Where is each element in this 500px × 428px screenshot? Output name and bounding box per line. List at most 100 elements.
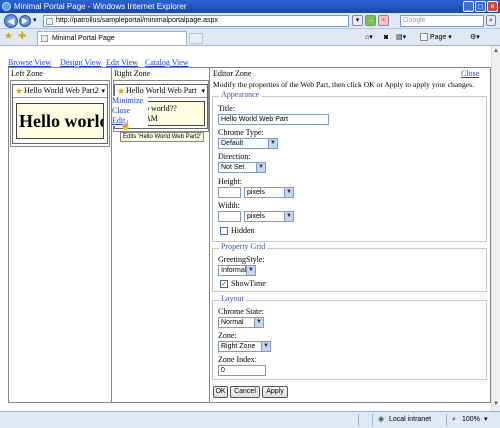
status-divider xyxy=(446,414,447,426)
zone-select[interactable]: Right Zone ▼ xyxy=(218,341,271,352)
chevron-down-icon: ▼ xyxy=(268,139,277,148)
chevron-down-icon: ▼ xyxy=(284,212,293,221)
height-label: Height: xyxy=(218,177,242,186)
hidden-label: Hidden xyxy=(231,226,255,235)
status-divider xyxy=(372,414,373,426)
intranet-icon: ◉ xyxy=(378,416,385,423)
editor-zone-header: Editor Zone xyxy=(213,69,252,78)
greeting-style-select[interactable]: Informal ▼ xyxy=(218,265,256,276)
feeds-icon[interactable]: ◙ xyxy=(384,32,388,43)
close-window-button[interactable]: × xyxy=(487,1,498,12)
search-magnifier-icon[interactable]: ⌕ xyxy=(486,15,496,26)
ok-button[interactable]: OK xyxy=(213,386,228,398)
hello-world-text: Hello world! xyxy=(16,103,104,139)
direction-select[interactable]: Not Set ▼ xyxy=(218,162,266,173)
width-label: Width: xyxy=(218,201,240,210)
browse-view-link[interactable]: Browse View xyxy=(8,58,51,67)
direction-label: Direction: xyxy=(218,152,251,161)
scroll-up-icon[interactable]: ▲ xyxy=(492,47,500,55)
verbs-dropdown-icon[interactable]: ▾ xyxy=(201,85,205,97)
favorites-star-icon[interactable]: ★ xyxy=(4,31,13,42)
chrome-state-label: Chrome State: xyxy=(218,307,264,316)
zoom-dropdown-icon[interactable]: ▾ xyxy=(484,415,488,425)
web-part-title: Hello World Web Part xyxy=(126,86,197,95)
web-part-star-icon: ★ xyxy=(117,86,126,96)
tab-label: Minimal Portal Page xyxy=(52,35,115,42)
web-part-title-bar[interactable]: ★ Hello World Web Part2 ▾ xyxy=(13,85,107,98)
tab-minimal-portal-page[interactable]: Minimal Portal Page xyxy=(37,31,187,45)
chevron-down-icon: ▼ xyxy=(256,163,265,172)
cancel-button[interactable]: Cancel xyxy=(230,386,260,398)
width-input[interactable] xyxy=(218,211,241,222)
vertical-scrollbar[interactable]: ▲ ▼ xyxy=(491,46,500,411)
tab-toolbar: ★ ✚ Minimal Portal Page ⌂▾ ◙ ▤▾ Page ▾ ⚙… xyxy=(0,29,500,46)
window-title: Minimal Portal Page - Windows Internet E… xyxy=(14,2,187,11)
new-tab-button[interactable] xyxy=(189,33,203,44)
apply-button[interactable]: Apply xyxy=(262,386,288,398)
edit-tooltip: Edits 'Hello World Web Part2' xyxy=(120,132,205,142)
scroll-down-icon[interactable]: ▼ xyxy=(492,400,500,408)
status-divider xyxy=(358,414,359,426)
greeting-style-label: GreetingStyle: xyxy=(218,255,265,264)
mouse-cursor-icon: ☝ xyxy=(120,120,132,130)
minimize-window-button[interactable]: _ xyxy=(463,1,474,12)
forward-icon[interactable]: ▶ xyxy=(19,15,31,27)
ie-icon xyxy=(2,2,11,11)
editor-close-link[interactable]: Close xyxy=(461,69,479,78)
security-zone: Local intranet xyxy=(389,416,432,423)
page-menu[interactable]: Page ▾ xyxy=(420,32,452,43)
right-zone-header: Right Zone xyxy=(114,69,151,78)
chevron-down-icon: ▼ xyxy=(261,342,270,351)
address-toolbar: ◀ ▶ ▾ http://patrollus/sampleportal/mini… xyxy=(0,13,500,29)
status-bar: ◉ Local intranet ⌕ 100% ▾ xyxy=(0,411,500,428)
zone-index-input[interactable]: 0 xyxy=(218,365,266,376)
zoom-icon[interactable]: ⌕ xyxy=(452,415,456,425)
layout-legend: Layout xyxy=(219,294,246,303)
property-grid-legend: Property Grid xyxy=(219,242,268,251)
print-icon[interactable]: ▤▾ xyxy=(396,32,406,43)
home-icon[interactable]: ⌂▾ xyxy=(365,32,373,43)
chrome-type-select[interactable]: Default ▼ xyxy=(218,138,278,149)
chrome-type-label: Chrome Type: xyxy=(218,128,264,137)
address-dropdown-icon[interactable]: ▾ xyxy=(352,15,363,26)
verb-minimize[interactable]: Minimize xyxy=(112,96,148,106)
web-part-title: Hello World Web Part2 xyxy=(24,86,99,95)
edit-view-link[interactable]: Edit View xyxy=(106,58,138,67)
stop-icon[interactable]: × xyxy=(378,15,389,26)
page-icon xyxy=(46,18,53,25)
zoom-level[interactable]: 100% xyxy=(462,415,480,425)
tools-menu-icon[interactable]: ⚙▾ xyxy=(470,32,480,43)
width-unit-select[interactable]: pixels ▼ xyxy=(244,211,294,222)
back-icon[interactable]: ◀ xyxy=(4,14,18,28)
chevron-down-icon: ▼ xyxy=(254,318,263,327)
title-label: Title: xyxy=(218,104,236,113)
verb-close[interactable]: Close xyxy=(112,106,148,116)
catalog-view-link[interactable]: Catalog View xyxy=(145,58,189,67)
web-part-hello-world-2: ★ Hello World Web Part2 ▾ Hello world! xyxy=(12,84,108,144)
history-dropdown-icon[interactable]: ▾ xyxy=(33,16,37,24)
chrome-state-select[interactable]: Normal ▼ xyxy=(218,317,264,328)
height-unit-select[interactable]: pixels ▼ xyxy=(244,187,294,198)
hidden-checkbox[interactable] xyxy=(220,227,228,235)
title-input[interactable]: Hello World Web Part xyxy=(218,114,329,125)
editor-instructions: Modify the properties of the Web Part, t… xyxy=(213,80,474,89)
zone-label: Zone: xyxy=(218,331,237,340)
address-bar[interactable]: http://patrollus/sampleportal/minimalpor… xyxy=(43,15,349,27)
chevron-down-icon: ▼ xyxy=(284,188,293,197)
showtime-label: ShowTime xyxy=(231,279,266,288)
verbs-dropdown-icon[interactable]: ▾ xyxy=(101,85,105,97)
chevron-down-icon: ▼ xyxy=(246,266,255,275)
go-icon[interactable]: → xyxy=(365,15,376,26)
maximize-window-button[interactable]: □ xyxy=(475,1,486,12)
height-input[interactable] xyxy=(218,187,241,198)
address-url: http://patrollus/sampleportal/minimalpor… xyxy=(56,17,218,24)
design-view-link[interactable]: Design View xyxy=(60,58,101,67)
hello-world-body: p world?? AM xyxy=(141,101,205,126)
window-title-bar: Minimal Portal Page - Windows Internet E… xyxy=(0,0,500,13)
showtime-checkbox[interactable]: ✓ xyxy=(220,280,228,288)
search-input[interactable]: Google xyxy=(400,15,484,27)
appearance-legend: Appearance xyxy=(219,90,262,99)
add-favorite-icon[interactable]: ✚ xyxy=(18,31,26,42)
left-zone-header: Left Zone xyxy=(11,69,43,78)
zone-index-label: Zone Index: xyxy=(218,355,257,364)
